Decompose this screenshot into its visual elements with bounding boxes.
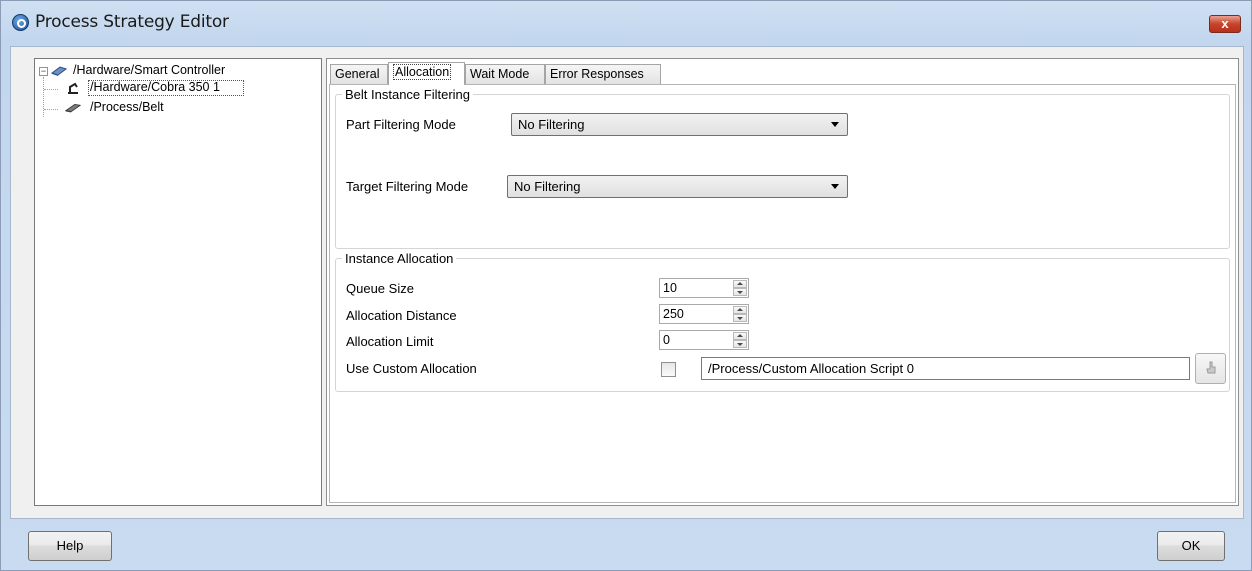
stepper-value: 10	[663, 281, 677, 295]
stepper-value: 250	[663, 307, 684, 321]
process-strategy-editor-window: Process Strategy Editor x − /Hardware/Sm…	[0, 0, 1252, 571]
collapse-toggle-icon[interactable]: −	[39, 67, 48, 76]
tree-selection-focus	[88, 80, 244, 96]
part-filtering-mode-select[interactable]: No Filtering	[511, 113, 848, 136]
target-filtering-mode-label: Target Filtering Mode	[346, 179, 469, 194]
select-script-button[interactable]	[1195, 353, 1226, 384]
close-button[interactable]: x	[1209, 15, 1241, 33]
tab-allocation[interactable]: Allocation	[388, 62, 465, 85]
decrement-icon[interactable]	[733, 340, 747, 348]
allocation-distance-label: Allocation Distance	[346, 308, 457, 323]
tab-general[interactable]: General	[330, 64, 388, 84]
help-button[interactable]: Help	[28, 531, 112, 561]
tab-label: Allocation	[393, 64, 452, 80]
controller-icon	[51, 66, 67, 76]
instance-allocation-group: Instance Allocation Queue Size 10 Alloca…	[335, 251, 1230, 392]
stepper-buttons	[733, 306, 747, 322]
chevron-down-icon	[831, 184, 839, 189]
queue-size-label: Queue Size	[346, 281, 414, 296]
decrement-icon[interactable]	[733, 288, 747, 296]
part-filtering-mode-label: Part Filtering Mode	[346, 117, 456, 132]
stepper-buttons	[733, 280, 747, 296]
use-custom-allocation-checkbox[interactable]	[661, 362, 676, 377]
tab-label: Wait Mode	[470, 67, 530, 81]
tree-connector	[43, 77, 44, 117]
tab-label: Error Responses	[550, 67, 644, 81]
tree-item-label: /Hardware/Smart Controller	[73, 63, 226, 77]
tree-connector	[44, 109, 58, 110]
dialog-body: − /Hardware/Smart Controller /Hardware/C…	[10, 46, 1244, 519]
tab-label: General	[335, 67, 380, 81]
tab-wait-mode[interactable]: Wait Mode	[465, 64, 545, 84]
robot-arm-icon	[68, 82, 78, 94]
increment-icon[interactable]	[733, 280, 747, 288]
belt-instance-filtering-group: Belt Instance Filtering Part Filtering M…	[335, 87, 1230, 249]
ok-button[interactable]: OK	[1157, 531, 1225, 561]
stepper-value: 0	[663, 333, 670, 347]
target-filtering-mode-select[interactable]: No Filtering	[507, 175, 848, 198]
increment-icon[interactable]	[733, 332, 747, 340]
settings-panel: General Allocation Wait Mode Error Respo…	[326, 58, 1239, 506]
tree-item-label: /Process/Belt	[90, 100, 164, 114]
tree-connector	[44, 89, 58, 90]
queue-size-stepper[interactable]: 10	[659, 278, 749, 298]
title-bar[interactable]: Process Strategy Editor x	[1, 1, 1251, 45]
allocation-tab-page: Belt Instance Filtering Part Filtering M…	[329, 84, 1236, 503]
field-value: /Process/Custom Allocation Script 0	[708, 361, 914, 376]
object-tree[interactable]: − /Hardware/Smart Controller /Hardware/C…	[34, 58, 322, 506]
stepper-buttons	[733, 332, 747, 348]
custom-allocation-script-field[interactable]: /Process/Custom Allocation Script 0	[701, 357, 1190, 380]
tab-error-responses[interactable]: Error Responses	[545, 64, 661, 84]
belt-icon	[65, 103, 81, 113]
group-legend: Instance Allocation	[342, 251, 457, 266]
decrement-icon[interactable]	[733, 314, 747, 322]
select-value: No Filtering	[518, 117, 585, 132]
group-legend: Belt Instance Filtering	[342, 87, 474, 102]
allocation-limit-label: Allocation Limit	[346, 334, 434, 349]
allocation-limit-stepper[interactable]: 0	[659, 330, 749, 350]
pointer-hand-icon	[1206, 361, 1216, 374]
select-value: No Filtering	[514, 179, 581, 194]
allocation-distance-stepper[interactable]: 250	[659, 304, 749, 324]
window-title: Process Strategy Editor	[35, 12, 229, 32]
chevron-down-icon	[831, 122, 839, 127]
use-custom-allocation-label: Use Custom Allocation	[346, 361, 477, 376]
increment-icon[interactable]	[733, 306, 747, 314]
app-icon	[12, 14, 29, 31]
